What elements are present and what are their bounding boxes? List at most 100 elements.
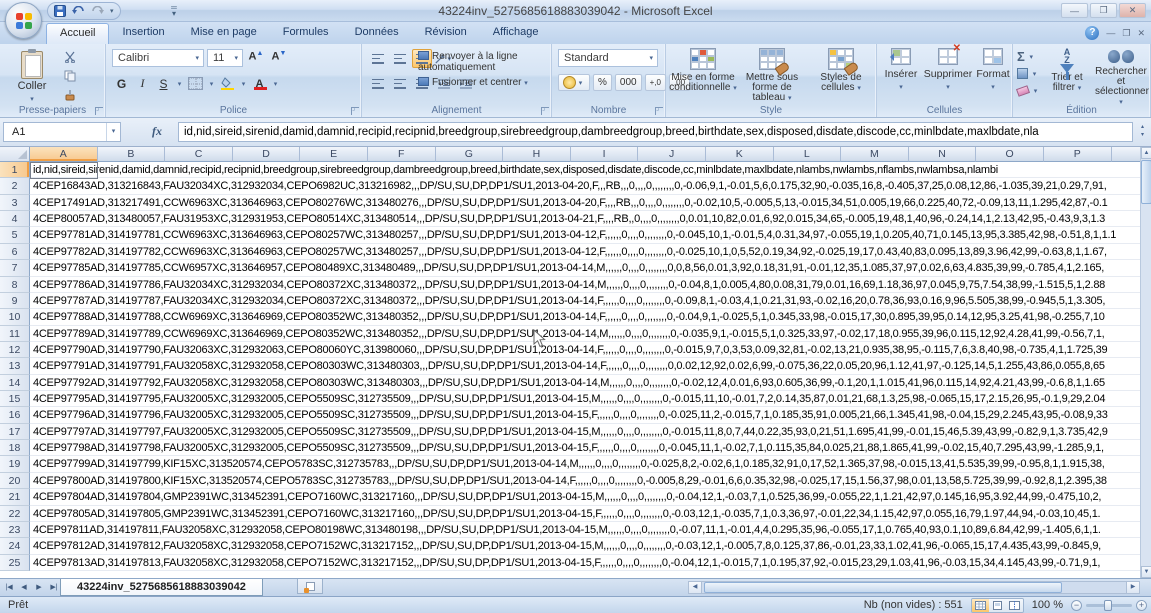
- restore-button[interactable]: ❐: [1090, 3, 1117, 18]
- table-row[interactable]: 4CEP97798AD,314197798,FAU32005XC,3129320…: [30, 440, 1140, 456]
- font-color-button[interactable]: A: [250, 74, 269, 93]
- normal-view-button[interactable]: [972, 599, 989, 612]
- align-left-button[interactable]: [368, 74, 388, 93]
- row-number-22[interactable]: 22: [0, 506, 30, 522]
- underline-button[interactable]: S: [154, 74, 173, 93]
- name-box-dropdown-icon[interactable]: ▾: [106, 123, 120, 141]
- row-number-9[interactable]: 9: [0, 293, 30, 309]
- row-number-20[interactable]: 20: [0, 473, 30, 489]
- table-row[interactable]: 4CEP97800AD,314197800,KIF15XC,313520574,…: [30, 473, 1140, 489]
- row-number-11[interactable]: 11: [0, 326, 30, 342]
- tab-affichage[interactable]: Affichage: [480, 22, 552, 44]
- workbook-close-icon[interactable]: ✕: [1137, 28, 1145, 39]
- row-number-12[interactable]: 12: [0, 342, 30, 358]
- column-header-H[interactable]: H: [503, 147, 571, 162]
- table-row[interactable]: 4CEP97781AD,314197781,CCW6963XC,31364696…: [30, 227, 1140, 243]
- insert-cells-button[interactable]: Insérer▾: [879, 48, 923, 92]
- redo-icon[interactable]: [91, 6, 104, 17]
- table-row[interactable]: 4CEP97797AD,314197797,FAU32005XC,3129320…: [30, 424, 1140, 440]
- tab-révision[interactable]: Révision: [412, 22, 480, 44]
- row-number-13[interactable]: 13: [0, 358, 30, 374]
- workbook-minimize-icon[interactable]: —: [1106, 28, 1115, 38]
- table-row[interactable]: id,nid,sireid,sirenid,damid,damnid,recip…: [30, 162, 1140, 178]
- table-row[interactable]: 4CEP97811AD,314197811,FAU32058XC,3129320…: [30, 522, 1140, 538]
- row-number-21[interactable]: 21: [0, 489, 30, 505]
- alignment-dialog-launcher[interactable]: [541, 107, 549, 115]
- column-header-E[interactable]: E: [300, 147, 368, 162]
- scroll-up-icon[interactable]: ▲: [1141, 147, 1151, 159]
- select-all-corner[interactable]: [0, 147, 30, 162]
- sort-filter-button[interactable]: AZ Trier et filtrer ▾: [1041, 48, 1093, 94]
- row-number-8[interactable]: 8: [0, 277, 30, 293]
- column-header-F[interactable]: F: [368, 147, 436, 162]
- table-row[interactable]: 4CEP97782AD,314197782,CCW6963XC,31364696…: [30, 244, 1140, 260]
- clipboard-dialog-launcher[interactable]: [95, 107, 103, 115]
- zoom-slider-thumb[interactable]: [1104, 600, 1112, 611]
- page-layout-view-button[interactable]: [989, 599, 1006, 612]
- font-color-dropdown-icon[interactable]: ▾: [271, 80, 280, 88]
- percent-button[interactable]: %: [593, 74, 612, 91]
- save-icon[interactable]: [54, 5, 66, 17]
- table-row[interactable]: 4CEP97812AD,314197812,FAU32058XC,3129320…: [30, 538, 1140, 554]
- fill-button[interactable]: ▾: [1017, 66, 1040, 81]
- table-row[interactable]: 4CEP97791AD,314197791,FAU32058XC,3129320…: [30, 358, 1140, 374]
- increase-decimal-button[interactable]: +,0: [645, 74, 666, 91]
- horizontal-scrollbar-thumb[interactable]: [704, 582, 1062, 593]
- column-header-L[interactable]: L: [774, 147, 842, 162]
- conditional-formatting-button[interactable]: Mise en forme conditionnelle ▾: [669, 47, 737, 94]
- tab-formules[interactable]: Formules: [270, 22, 342, 44]
- thousands-button[interactable]: 000: [615, 74, 642, 91]
- column-header-Q[interactable]: Q: [1112, 147, 1141, 162]
- table-row[interactable]: 4CEP97805AD,314197805,GMP2391WC,31345239…: [30, 506, 1140, 522]
- scroll-right-icon[interactable]: ▶: [1126, 582, 1139, 593]
- formula-bar-expand-icon[interactable]: ▴▾: [1136, 123, 1149, 139]
- table-row[interactable]: 4CEP97790AD,314197790,FAU32063XC,3129320…: [30, 342, 1140, 358]
- shrink-font-button[interactable]: A▼: [269, 49, 289, 67]
- table-row[interactable]: 4CEP97786AD,314197786,FAU32034XC,3129320…: [30, 277, 1140, 293]
- font-dialog-launcher[interactable]: [351, 107, 359, 115]
- scroll-down-icon[interactable]: ▼: [1141, 566, 1151, 578]
- number-dialog-launcher[interactable]: [655, 107, 663, 115]
- clear-button[interactable]: ▾: [1017, 83, 1040, 98]
- delete-cells-button[interactable]: Supprimer▾: [923, 48, 973, 92]
- tab-mise-en-page[interactable]: Mise en page: [178, 22, 270, 44]
- format-as-table-button[interactable]: Mettre sous forme de tableau ▾: [738, 47, 806, 104]
- font-size-select[interactable]: 11▾: [207, 49, 243, 67]
- cell-styles-button[interactable]: Styles de cellules ▾: [807, 47, 875, 94]
- zoom-in-button[interactable]: +: [1136, 600, 1147, 611]
- zoom-slider[interactable]: [1086, 604, 1132, 607]
- qat-customize-icon[interactable]: ═▾: [168, 5, 180, 17]
- page-break-view-button[interactable]: [1006, 599, 1023, 612]
- next-sheet-icon[interactable]: ▶: [32, 581, 46, 595]
- copy-icon[interactable]: [62, 69, 78, 83]
- table-row[interactable]: 4CEP97796AD,314197796,FAU32005XC,3129320…: [30, 407, 1140, 423]
- table-row[interactable]: 4CEP97795AD,314197795,FAU32005XC,3129320…: [30, 391, 1140, 407]
- column-header-I[interactable]: I: [571, 147, 639, 162]
- office-button[interactable]: [5, 2, 42, 39]
- row-number-5[interactable]: 5: [0, 227, 30, 243]
- column-header-G[interactable]: G: [436, 147, 504, 162]
- cut-icon[interactable]: [62, 50, 78, 64]
- table-row[interactable]: 4CEP17491AD,313217491,CCW6963XC,31364696…: [30, 195, 1140, 211]
- prev-sheet-icon[interactable]: ◀: [17, 581, 31, 595]
- row-number-14[interactable]: 14: [0, 375, 30, 391]
- horizontal-scrollbar[interactable]: ◀ ▶: [688, 581, 1140, 594]
- fill-color-button[interactable]: [218, 74, 237, 93]
- vertical-scrollbar-thumb[interactable]: [1141, 160, 1151, 204]
- sheet-tab[interactable]: 43224inv_5275685618883039042: [60, 579, 263, 596]
- format-painter-icon[interactable]: [62, 88, 78, 102]
- last-sheet-icon[interactable]: ▶|: [47, 581, 61, 595]
- row-number-3[interactable]: 3: [0, 195, 30, 211]
- qat-dropdown-icon[interactable]: ▾: [110, 7, 114, 15]
- row-number-15[interactable]: 15: [0, 391, 30, 407]
- tab-données[interactable]: Données: [342, 22, 412, 44]
- find-select-button[interactable]: Rechercher et sélectionner ▾: [1095, 48, 1147, 108]
- tab-accueil[interactable]: Accueil: [46, 23, 109, 45]
- column-header-J[interactable]: J: [638, 147, 706, 162]
- formula-input[interactable]: id,nid,sireid,sirenid,damid,damnid,recip…: [178, 122, 1133, 142]
- row-number-6[interactable]: 6: [0, 244, 30, 260]
- borders-dropdown-icon[interactable]: ▾: [207, 80, 216, 88]
- bold-button[interactable]: G: [112, 74, 131, 93]
- table-row[interactable]: 4CEP80057AD,313480057,FAU31953XC,3129319…: [30, 211, 1140, 227]
- align-top-button[interactable]: [368, 49, 388, 68]
